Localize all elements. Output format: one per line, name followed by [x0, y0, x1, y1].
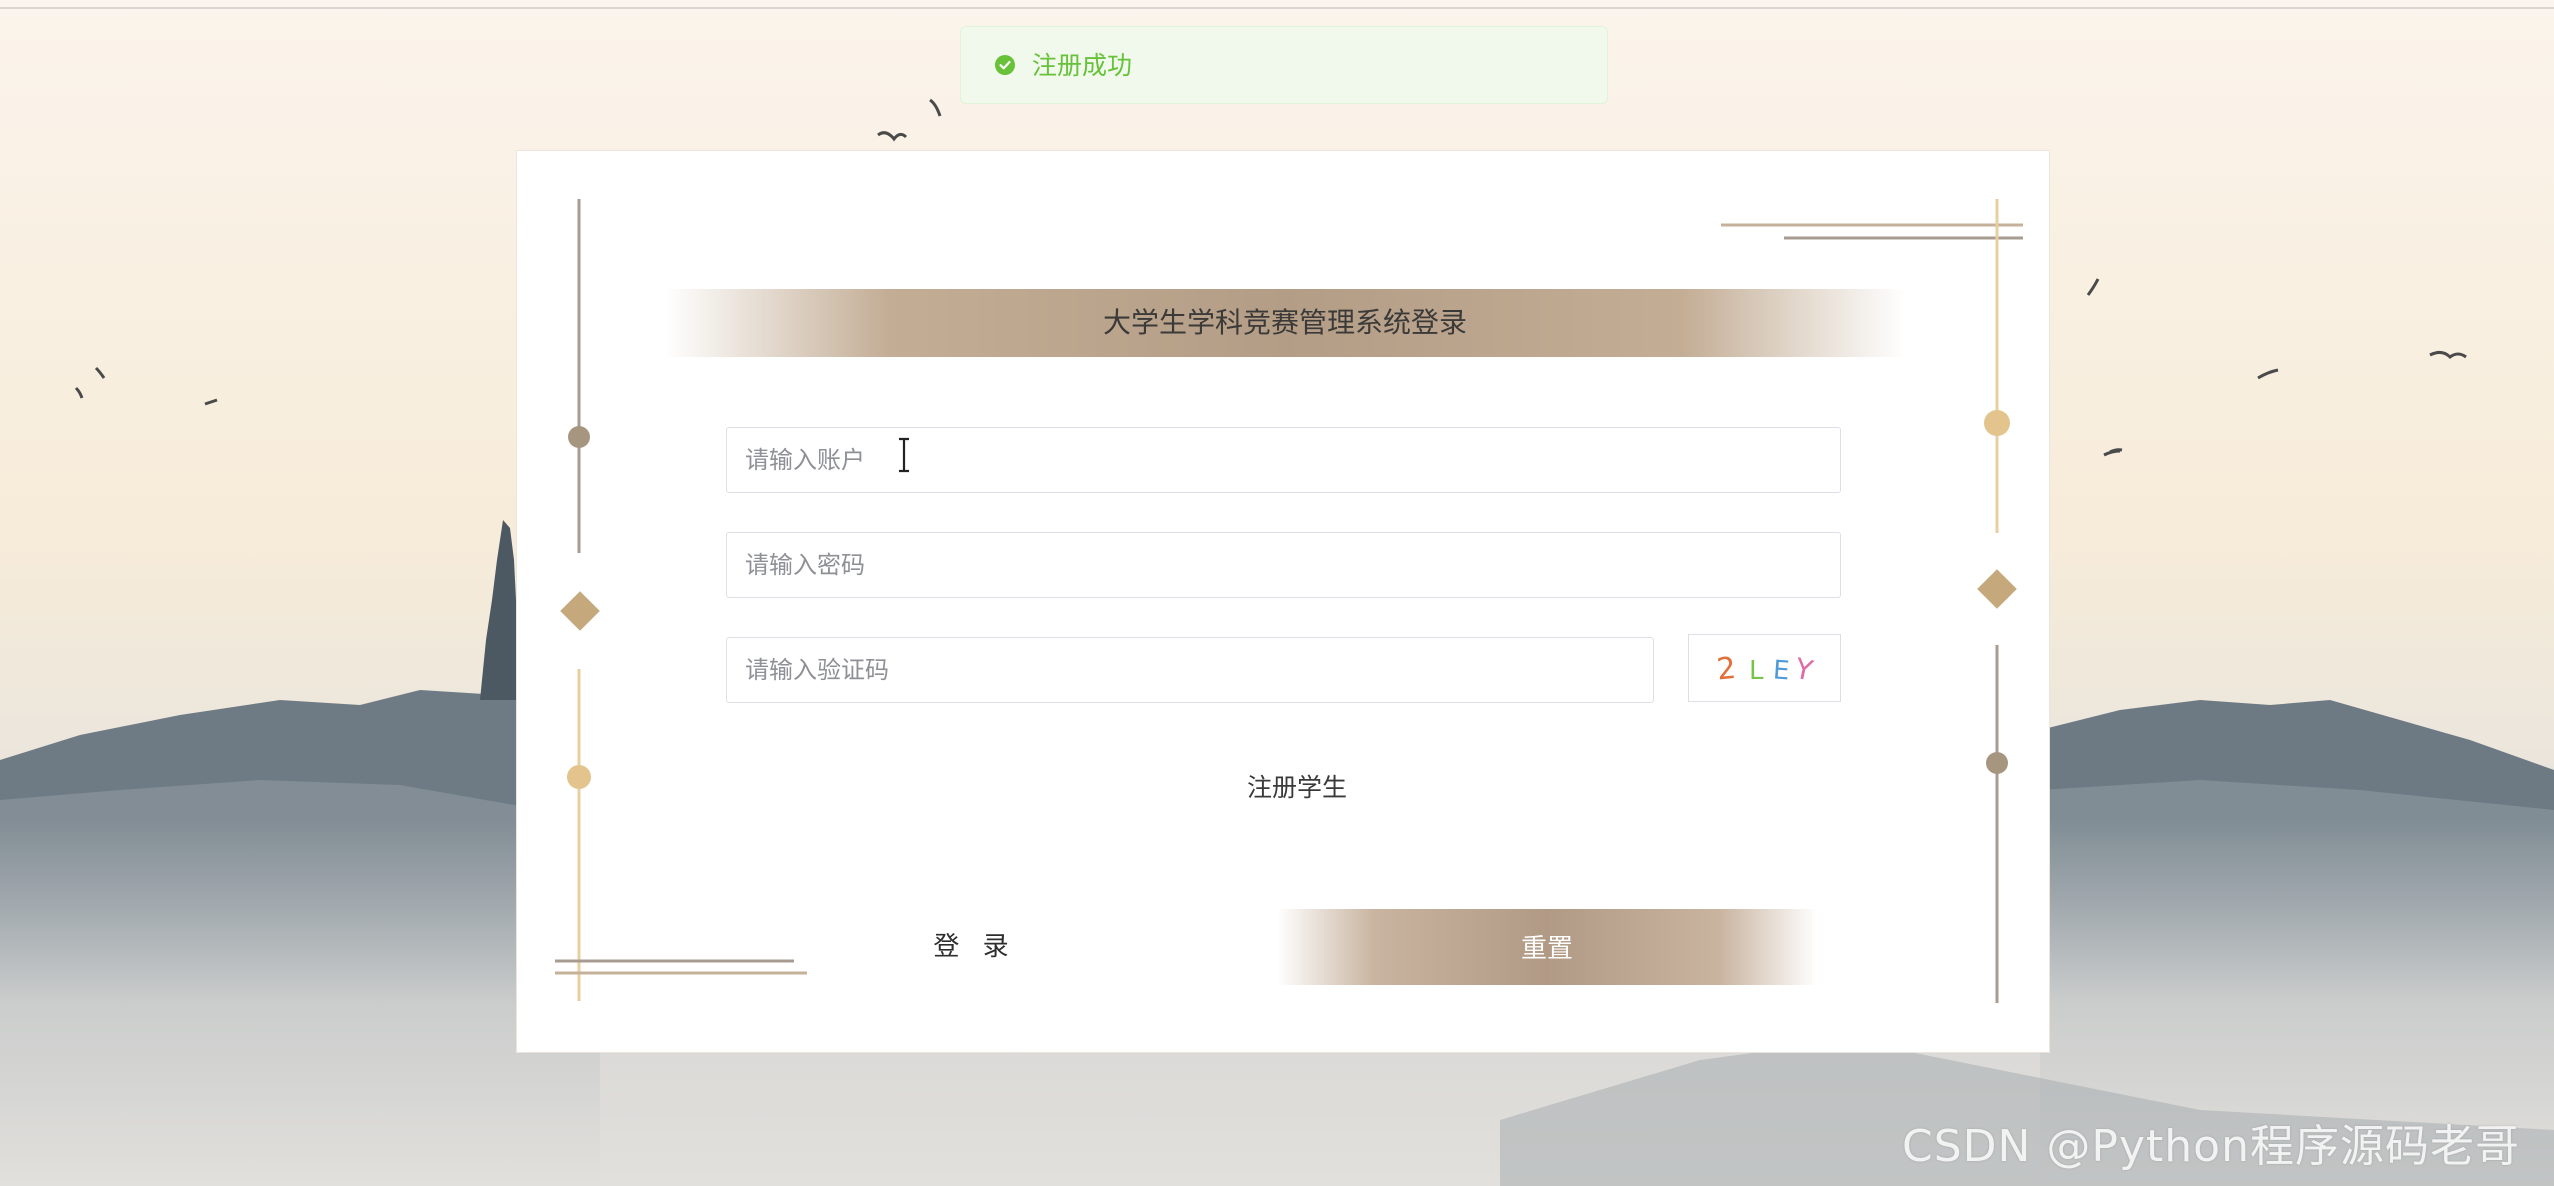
toast-message: 注册成功: [1032, 51, 1133, 80]
login-card: 大学生学科竞赛管理系统登录 2 L E Y 注册学生 登 录 重置: [516, 150, 2050, 1053]
captcha-input[interactable]: [727, 638, 1653, 702]
account-input[interactable]: [727, 428, 1840, 492]
captcha-char-2: L: [1749, 656, 1764, 686]
login-title-bar: 大学生学科竞赛管理系统登录: [665, 289, 1905, 357]
success-toast: 注册成功: [960, 26, 1608, 104]
top-border-line: [0, 7, 2554, 9]
login-button[interactable]: 登 录: [807, 909, 1143, 981]
captcha-char-1: 2: [1715, 651, 1738, 688]
captcha-char-4: Y: [1791, 652, 1816, 688]
reset-button[interactable]: 重置: [1277, 909, 1817, 985]
password-field[interactable]: [726, 532, 1841, 598]
captcha-field[interactable]: [726, 637, 1654, 703]
captcha-image[interactable]: 2 L E Y: [1688, 634, 1841, 702]
account-field[interactable]: [726, 427, 1841, 493]
page-title: 大学生学科竞赛管理系统登录: [1102, 306, 1467, 339]
text-cursor-icon: [899, 437, 909, 473]
password-input[interactable]: [727, 533, 1840, 597]
watermark-text: CSDN @Python程序源码老哥: [1902, 1121, 2520, 1172]
captcha-char-3: E: [1772, 655, 1790, 686]
register-student-link[interactable]: 注册学生: [1217, 768, 1377, 804]
check-circle-icon: [995, 55, 1015, 75]
captcha-graphic: 2 L E Y: [1715, 651, 1816, 688]
